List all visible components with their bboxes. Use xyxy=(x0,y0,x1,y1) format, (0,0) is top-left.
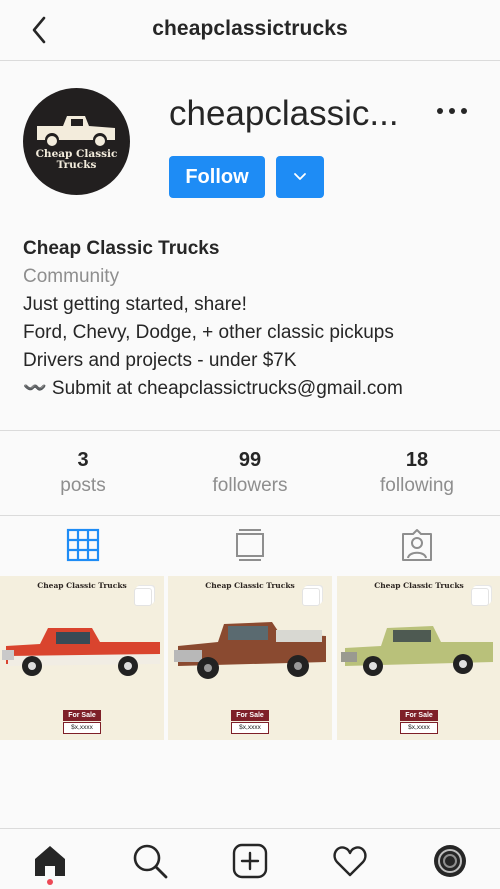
nav-new-post[interactable] xyxy=(200,829,300,889)
truck-image xyxy=(174,622,326,679)
profile-full-name: Cheap Classic Trucks xyxy=(23,238,220,259)
igtv-icon xyxy=(236,529,264,561)
top-bar: cheapclassictrucks xyxy=(0,0,500,61)
nav-activity[interactable] xyxy=(300,829,400,889)
bio-line: Drivers and projects - under $7K xyxy=(23,350,297,371)
search-icon xyxy=(133,844,168,879)
tab-grid[interactable] xyxy=(0,516,166,575)
truck-image xyxy=(341,626,493,676)
chevron-down-icon xyxy=(294,173,306,180)
for-sale-badge: For Sale xyxy=(231,710,269,721)
price-tag: $x,xxxx xyxy=(63,722,101,734)
bottom-navigation xyxy=(0,828,500,889)
multiple-photos-icon xyxy=(302,588,320,606)
stat-following[interactable]: 18 following xyxy=(334,447,500,499)
bio-line: Just getting started, share! xyxy=(23,294,247,315)
more-options-icon[interactable] xyxy=(434,100,470,124)
post-thumbnail[interactable]: Cheap Classic Trucks For Sale $x,xxxx xyxy=(168,576,332,740)
price-tag: $x,xxxx xyxy=(400,722,438,734)
multiple-photos-icon xyxy=(134,588,152,606)
nav-search[interactable] xyxy=(100,829,200,889)
stat-label: followers xyxy=(212,475,288,496)
truck-image xyxy=(2,628,160,676)
new-post-icon xyxy=(232,843,268,879)
header-title: cheapclassictrucks xyxy=(152,17,348,40)
truck-logo-icon xyxy=(37,116,115,146)
profile-category: Community xyxy=(23,266,120,287)
bio-line: Ford, Chevy, Dodge, + other classic pick… xyxy=(23,322,394,343)
stat-value: 18 xyxy=(405,449,429,471)
tagged-icon xyxy=(402,529,432,561)
bio-line[interactable]: 〰️ Submit at cheapclassictrucks@gmail.co… xyxy=(23,375,403,403)
nav-profile[interactable] xyxy=(400,829,500,889)
tab-tagged[interactable] xyxy=(334,516,500,575)
profile-avatar-icon xyxy=(434,845,466,877)
follow-button[interactable]: Follow xyxy=(169,156,265,198)
stat-followers[interactable]: 99 followers xyxy=(167,447,333,499)
multiple-photos-icon xyxy=(471,588,489,606)
activity-icon xyxy=(333,846,367,877)
suggested-accounts-button[interactable] xyxy=(276,156,324,198)
profile-stats: 3 posts 99 followers 18 following xyxy=(0,430,500,516)
profile-bio: Cheap Classic Trucks Community Just gett… xyxy=(23,235,403,403)
avatar[interactable]: Cheap Classic Trucks xyxy=(23,88,130,195)
stat-label: posts xyxy=(60,475,106,496)
notification-dot xyxy=(47,879,53,885)
for-sale-badge: For Sale xyxy=(63,710,101,721)
profile-tabs xyxy=(0,516,500,575)
stat-value: 3 xyxy=(77,449,89,471)
post-thumbnail[interactable]: Cheap Classic Trucks For Sale $x,xxxx xyxy=(0,576,164,740)
stat-label: following xyxy=(380,475,454,496)
stat-value: 99 xyxy=(238,449,262,471)
tab-igtv[interactable] xyxy=(167,516,333,575)
profile-username: cheapclassic... xyxy=(169,94,399,133)
avatar-logo-text: Cheap Classic Trucks xyxy=(35,148,118,171)
stat-posts[interactable]: 3 posts xyxy=(0,447,166,499)
grid-icon xyxy=(66,528,100,562)
post-thumbnail[interactable]: Cheap Classic Trucks For Sale $x,xxxx xyxy=(337,576,500,740)
nav-home[interactable] xyxy=(0,829,100,889)
price-tag: $x,xxxx xyxy=(231,722,269,734)
for-sale-badge: For Sale xyxy=(400,710,438,721)
home-icon xyxy=(35,846,65,876)
